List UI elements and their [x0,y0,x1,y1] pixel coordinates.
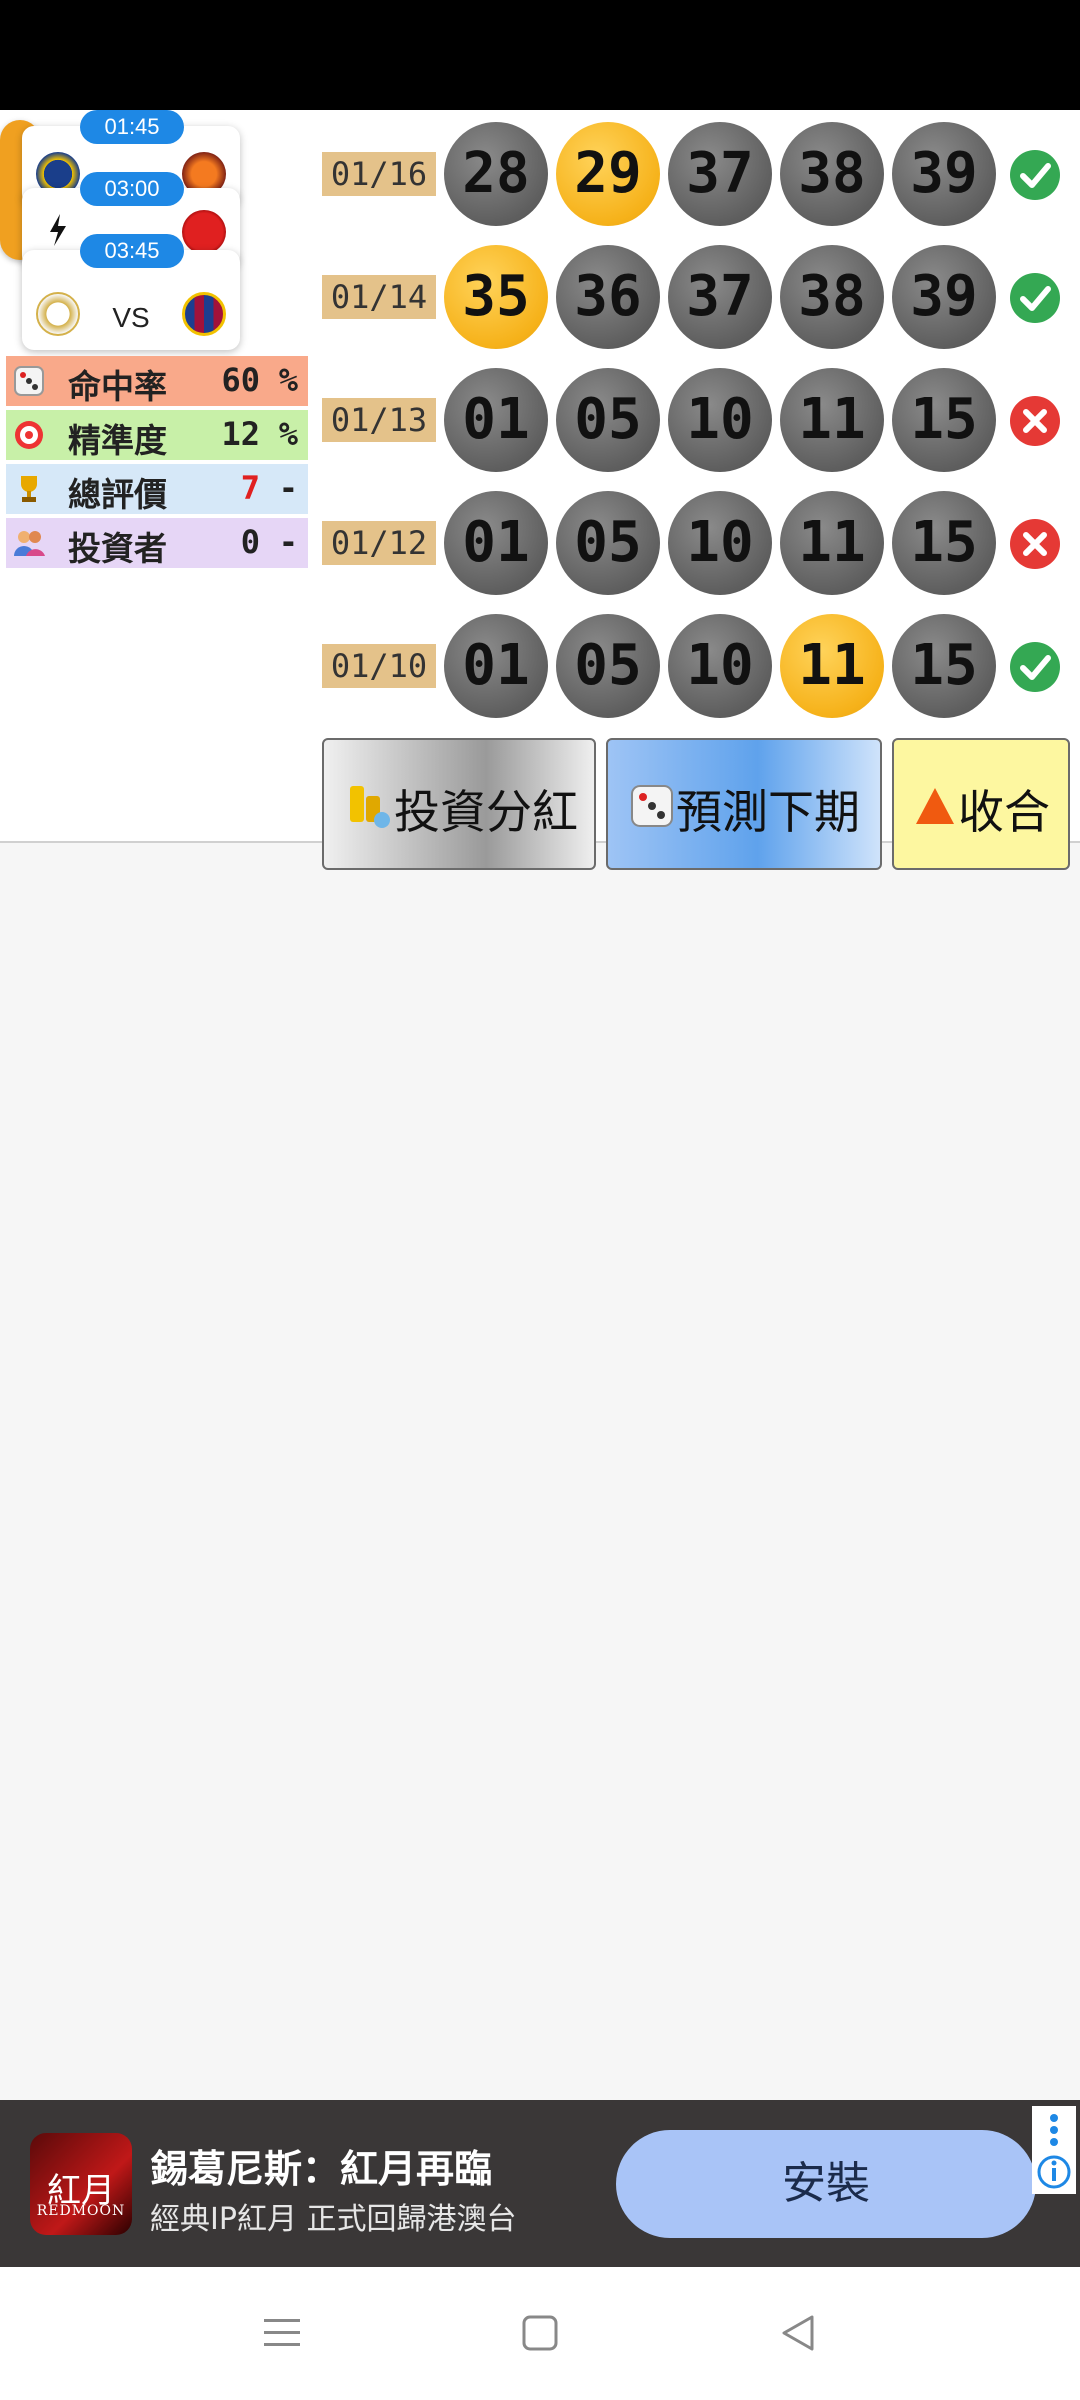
stat-unit: - [278,523,298,561]
target-icon [15,421,43,449]
draw-date: 01/10 [322,644,436,688]
invest-dividend-label: 投資分紅 [394,785,578,839]
number-ball: 15 [892,368,996,472]
draw-row: 01/16 28 29 37 38 39 [320,120,1080,226]
number-ball: 38 [780,245,884,349]
ad-info-icon[interactable] [1032,2106,1076,2194]
trophy-icon [21,476,37,502]
match-time: 01:45 [80,110,184,144]
dice-icon [631,785,673,827]
status-bar [0,0,1080,110]
stat-value: 0 [240,523,260,561]
stat-unit: - [278,469,298,507]
ad-install-button[interactable]: 安裝 [616,2130,1036,2238]
number-ball: 39 [892,122,996,226]
number-ball: 37 [668,245,772,349]
number-ball: 28 [444,122,548,226]
number-ball: 38 [780,122,884,226]
stat-unit: % [278,415,298,453]
number-ball: 11 [780,614,884,718]
number-ball: 15 [892,491,996,595]
ad-app-icon-sub: REDMOON [36,2203,126,2219]
back-icon[interactable] [776,2311,820,2355]
match-cards: 01:45 03:00 03:45 VS [0,110,250,360]
ad-banner[interactable]: 紅月 REDMOON 錫葛尼斯：紅月再臨 經典IP紅月 正式回歸港澳台 安裝 [0,2100,1080,2267]
collapse-label: 收合 [958,785,1050,839]
team-logo-icon [182,292,226,336]
stat-value: 12 [221,415,260,453]
triangle-up-icon [916,788,954,824]
ad-app-icon[interactable]: 紅月 REDMOON [30,2133,132,2235]
number-ball: 01 [444,368,548,472]
number-ball: 39 [892,245,996,349]
predict-next-button[interactable]: 預測下期 [606,738,882,870]
match-card[interactable]: 03:45 VS [22,234,240,350]
number-ball: 29 [556,122,660,226]
stat-label: 精準度 [68,421,167,460]
invest-dividend-button[interactable]: 投資分紅 [322,738,596,870]
system-nav-bar [0,2267,1080,2400]
stat-rating: 總評價 7 - [6,464,308,514]
draw-date: 01/13 [322,398,436,442]
check-icon [1010,273,1060,323]
stat-value: 7 [240,469,260,507]
number-ball: 37 [668,122,772,226]
draw-row: 01/10 01 05 10 11 15 [320,612,1080,718]
number-ball: 36 [556,245,660,349]
stat-label: 命中率 [68,367,167,406]
stat-label: 投資者 [68,529,167,568]
users-icon [14,531,45,556]
number-ball: 11 [780,491,884,595]
match-time: 03:45 [80,234,184,268]
ad-subtitle: 經典IP紅月 正式回歸港澳台 [150,2202,517,2237]
stat-unit: % [278,361,298,399]
draw-row: 01/13 01 05 10 11 15 [320,366,1080,472]
check-icon [1010,642,1060,692]
number-ball: 35 [444,245,548,349]
collapse-button[interactable]: 收合 [892,738,1070,870]
stat-precision: 精準度 12 % [6,410,308,460]
number-ball: 10 [668,368,772,472]
number-ball: 10 [668,614,772,718]
number-ball: 05 [556,491,660,595]
draw-date: 01/16 [322,152,436,196]
check-icon [1010,150,1060,200]
team-logo-icon [36,208,80,252]
dice-icon [14,366,44,396]
draw-date: 01/12 [322,521,436,565]
cross-icon [1010,396,1060,446]
cross-icon [1010,519,1060,569]
number-ball: 15 [892,614,996,718]
draw-row: 01/12 01 05 10 11 15 [320,489,1080,595]
stat-label: 總評價 [68,475,167,514]
number-ball: 01 [444,491,548,595]
draw-row: 01/14 35 36 37 38 39 [320,243,1080,349]
number-ball: 11 [780,368,884,472]
stat-investors: 投資者 0 - [6,518,308,568]
number-ball: 05 [556,614,660,718]
number-ball: 05 [556,368,660,472]
stat-value: 60 [221,361,260,399]
number-ball: 10 [668,491,772,595]
team-logo-icon [182,210,226,254]
menu-icon[interactable] [260,2311,304,2355]
number-ball: 01 [444,614,548,718]
match-time: 03:00 [80,172,184,206]
coins-icon [350,786,390,828]
predict-next-label: 預測下期 [676,785,860,839]
draw-date: 01/14 [322,275,436,319]
stat-hit-rate: 命中率 60 % [6,356,308,406]
ad-title: 錫葛尼斯：紅月再臨 [150,2147,493,2191]
home-icon[interactable] [518,2311,562,2355]
